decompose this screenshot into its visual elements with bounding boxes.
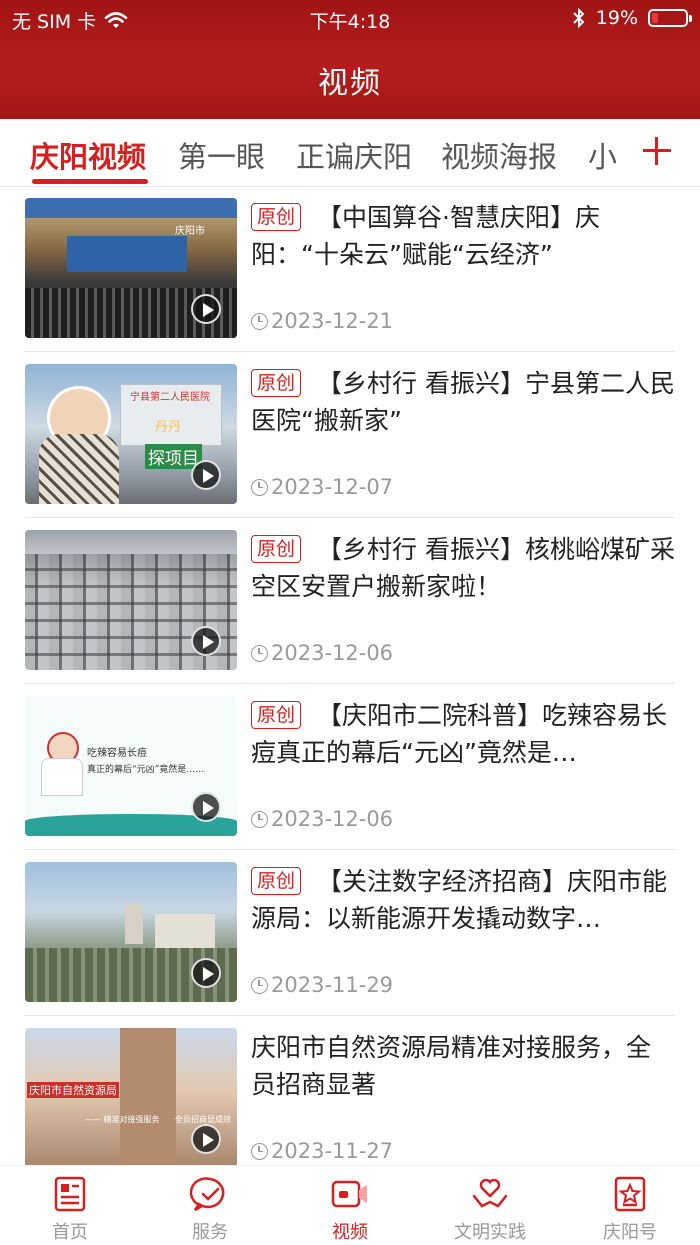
- thumbnail-caption: —— 精准对接强服务: [85, 1115, 160, 1124]
- original-badge: 原创: [251, 867, 302, 895]
- news-title: 原创 【中国算谷·智慧庆阳】庆阳：“十朵云”赋能“云经济”: [251, 203, 600, 269]
- tab-qingyang-video[interactable]: 庆阳视频: [30, 134, 146, 176]
- battery-icon: [648, 9, 692, 27]
- list-item[interactable]: 宁县第二人民医院 丹丹 探项目 原创 【乡村行 看振兴】宁县第二人民医院“搬新家”…: [25, 352, 675, 518]
- nav-label: 首页: [52, 1222, 88, 1243]
- nav-label: 庆阳号: [603, 1222, 657, 1243]
- play-icon[interactable]: [191, 294, 221, 324]
- nav-civilization-practice[interactable]: 文明实践: [430, 1174, 550, 1244]
- clock-icon: [251, 810, 268, 828]
- nav-home[interactable]: 首页: [10, 1174, 130, 1244]
- star-badge-icon: [610, 1174, 650, 1214]
- tab-partial[interactable]: 小: [588, 134, 616, 174]
- tab-first-look[interactable]: 第一眼: [178, 134, 265, 176]
- original-badge: 原创: [251, 203, 302, 231]
- nav-video[interactable]: 视频: [290, 1174, 410, 1244]
- video-thumbnail: 庆阳市自然资源局 —— 精准对接强服务 全员招商显成效: [25, 1028, 237, 1168]
- list-item[interactable]: 原创 【关注数字经济招商】庆阳市能源局：以新能源开发撬动数字… 2023-11-2…: [25, 850, 675, 1016]
- list-item[interactable]: 庆阳市 原创 【中国算谷·智慧庆阳】庆阳：“十朵云”赋能“云经济” 2023-12…: [25, 186, 675, 352]
- video-thumbnail: 吃辣容易长痘 真正的幕后“元凶”竟然是……: [25, 696, 237, 836]
- list-item[interactable]: 吃辣容易长痘 真正的幕后“元凶”竟然是…… 原创 【庆阳市二院科普】吃辣容易长痘真…: [25, 684, 675, 850]
- home-news-icon: [50, 1174, 90, 1214]
- heart-hands-icon: [470, 1174, 510, 1214]
- thumbnail-label: 丹丹: [155, 420, 182, 435]
- clock-icon: [251, 644, 268, 662]
- video-camera-icon: [330, 1174, 370, 1214]
- news-title: 原创 【庆阳市二院科普】吃辣容易长痘真正的幕后“元凶”竟然是…: [251, 701, 668, 767]
- news-date: 2023-11-29: [251, 973, 393, 997]
- news-title: 原创 【乡村行 看振兴】核桃峪煤矿采空区安置户搬新家啦！: [251, 535, 675, 601]
- play-icon[interactable]: [191, 958, 221, 988]
- news-date: 2023-12-06: [251, 807, 393, 831]
- nav-label: 视频: [332, 1222, 368, 1243]
- thumbnail-caption: 宁县第二人民医院: [130, 392, 210, 403]
- play-icon[interactable]: [191, 1124, 221, 1154]
- thumbnail-caption: 真正的幕后“元凶”竟然是……: [87, 765, 205, 775]
- thumbnail-caption: 庆阳市: [175, 226, 205, 237]
- news-title: 原创 【关注数字经济招商】庆阳市能源局：以新能源开发撬动数字…: [251, 867, 668, 933]
- battery-percent: 19%: [595, 7, 638, 29]
- clock-icon: [251, 478, 268, 496]
- page-title: 视频: [318, 66, 382, 101]
- category-tabs: 庆阳视频 第一眼 正谝庆阳 视频海报 小: [0, 119, 700, 187]
- service-chat-icon: [189, 1174, 230, 1214]
- app-header: 无 SIM 卡 下午4:18 19% 视频: [0, 0, 700, 119]
- bluetooth-icon: [573, 7, 585, 29]
- bottom-tab-bar: 首页 服务 视频 文明实践 庆阳号: [0, 1165, 700, 1245]
- video-thumbnail: 宁县第二人民医院 丹丹 探项目: [25, 364, 237, 504]
- active-tab-indicator: [32, 179, 148, 184]
- news-date: 2023-12-21: [251, 309, 393, 333]
- news-date: 2023-11-27: [251, 1139, 393, 1163]
- clock-icon: [251, 976, 268, 994]
- nav-service[interactable]: 服务: [150, 1174, 270, 1244]
- original-badge: 原创: [251, 701, 302, 729]
- clock-icon: [251, 312, 268, 330]
- thumbnail-caption: 吃辣容易长痘: [87, 748, 147, 759]
- news-title: 庆阳市自然资源局精准对接服务，全员招商显著: [251, 1033, 652, 1099]
- video-thumbnail: [25, 530, 237, 670]
- list-item[interactable]: 庆阳市自然资源局 —— 精准对接强服务 全员招商显成效 庆阳市自然资源局精准对接…: [25, 1016, 675, 1182]
- nav-label: 服务: [192, 1222, 228, 1243]
- status-bar: 无 SIM 卡 下午4:18 19%: [0, 0, 700, 38]
- list-item[interactable]: 原创 【乡村行 看振兴】核桃峪煤矿采空区安置户搬新家啦！ 2023-12-06: [25, 518, 675, 684]
- news-date: 2023-12-06: [251, 641, 393, 665]
- tab-video-poster[interactable]: 视频海报: [441, 134, 557, 176]
- play-icon[interactable]: [191, 460, 221, 490]
- add-channel-icon[interactable]: [640, 134, 674, 168]
- play-icon[interactable]: [191, 626, 221, 656]
- play-icon[interactable]: [191, 792, 221, 822]
- original-badge: 原创: [251, 535, 302, 563]
- news-date: 2023-12-07: [251, 475, 393, 499]
- tab-zhengpian-qingyang[interactable]: 正谝庆阳: [296, 134, 412, 176]
- news-title: 原创 【乡村行 看振兴】宁县第二人民医院“搬新家”: [251, 369, 675, 435]
- video-thumbnail: 庆阳市: [25, 198, 237, 338]
- video-thumbnail: [25, 862, 237, 1002]
- nav-label: 文明实践: [454, 1222, 526, 1243]
- nav-qingyang-hao[interactable]: 庆阳号: [570, 1174, 690, 1244]
- thumbnail-caption: 庆阳市自然资源局: [27, 1082, 119, 1098]
- clock-icon: [251, 1142, 268, 1160]
- original-badge: 原创: [251, 369, 302, 397]
